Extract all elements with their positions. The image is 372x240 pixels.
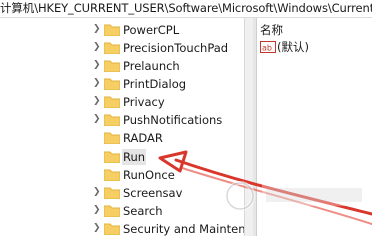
tree-item-prelaunch[interactable]: ❯ Prelaunch [0, 57, 244, 75]
tree-item-security-and-maintenance[interactable]: ❯ Security and Mainten [0, 220, 244, 236]
folder-icon [104, 204, 120, 217]
tree-item-label: PushNotifications [123, 113, 223, 127]
tree-item-runonce[interactable]: RunOnce [0, 166, 244, 184]
chevron-right-icon[interactable]: ❯ [93, 60, 101, 70]
folder-icon [104, 222, 120, 235]
tree-item-search[interactable]: ❯ Search [0, 202, 244, 220]
folder-icon [104, 168, 120, 181]
tree-item-label: RADAR [123, 131, 163, 145]
tree-item-pushnotifications[interactable]: ❯ PushNotifications [0, 111, 244, 129]
tree-item-label: PowerCPL [123, 23, 180, 37]
tree-item-label: Prelaunch [123, 59, 180, 73]
tree-item-label: Search [123, 204, 163, 218]
tree-item-screensaves[interactable]: ❯ Screensav [0, 184, 244, 202]
tree-item-printdialog[interactable]: ❯ PrintDialog [0, 75, 244, 93]
chevron-right-icon[interactable]: ❯ [93, 205, 101, 215]
tree-item-label: RunOnce [123, 168, 175, 182]
tree-item-run[interactable]: Run [0, 148, 244, 166]
folder-icon [104, 131, 120, 144]
chevron-right-icon[interactable]: ❯ [93, 223, 101, 233]
chevron-right-icon[interactable]: ❯ [93, 96, 101, 106]
tree-item-radar[interactable]: RADAR [0, 129, 244, 147]
chevron-right-icon[interactable]: ❯ [93, 24, 101, 34]
folder-icon [104, 95, 120, 108]
tree-item-powercpl[interactable]: ❯ PowerCPL [0, 21, 244, 39]
svg-text:ab: ab [262, 44, 272, 53]
column-header-name[interactable]: 名称 [260, 22, 283, 38]
tree-item-label: Run [122, 149, 147, 165]
pane-splitter[interactable] [253, 18, 257, 236]
folder-icon [104, 41, 120, 54]
registry-key-tree[interactable]: ❯ PowerCPL ❯ PrecisionTouchPad ❯ Prelaun… [0, 18, 244, 236]
chevron-right-icon[interactable]: ❯ [93, 42, 101, 52]
tree-item-label: Security and Mainten [123, 222, 244, 236]
folder-icon [104, 186, 120, 199]
folder-icon [104, 23, 120, 36]
tree-item-label: PrecisionTouchPad [123, 41, 229, 55]
string-value-icon: ab [260, 41, 276, 53]
chevron-right-icon[interactable]: ❯ [93, 78, 101, 88]
folder-icon [104, 150, 120, 163]
tree-scrollbar[interactable] [244, 18, 253, 236]
tree-item-precisiontouchpad[interactable]: ❯ PrecisionTouchPad [0, 39, 244, 57]
value-name: (默认) [277, 40, 309, 54]
tree-item-label: Privacy [123, 95, 165, 109]
tree-item-label: Screensav [123, 186, 183, 200]
folder-icon [104, 113, 120, 126]
address-bar[interactable]: 计算机\HKEY_CURRENT_USER\Software\Microsoft… [0, 0, 372, 18]
tree-item-label: PrintDialog [123, 77, 187, 91]
folder-icon [104, 59, 120, 72]
tree-item-privacy[interactable]: ❯ Privacy [0, 93, 244, 111]
folder-icon [104, 77, 120, 90]
chevron-right-icon[interactable]: ❯ [93, 114, 101, 124]
address-path[interactable]: 计算机\HKEY_CURRENT_USER\Software\Microsoft… [0, 0, 372, 17]
chevron-right-icon[interactable]: ❯ [93, 187, 101, 197]
